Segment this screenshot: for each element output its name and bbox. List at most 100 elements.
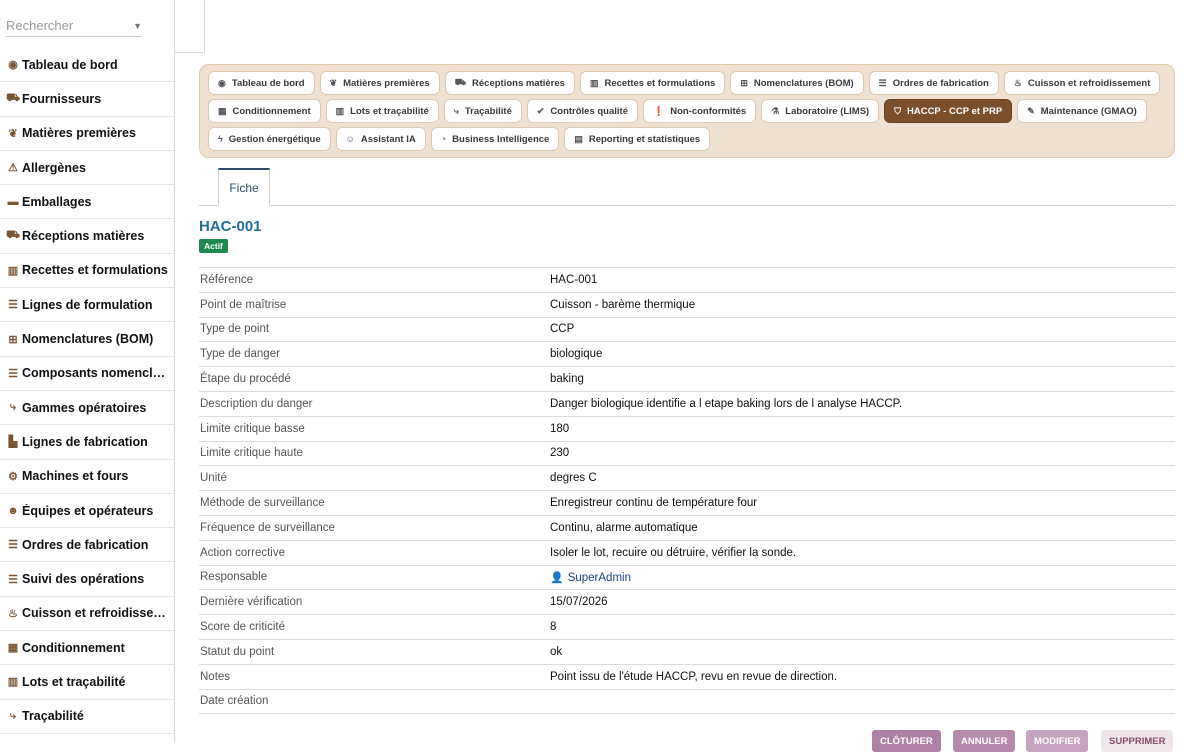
menu-button[interactable]: ⤷ Traçabilité	[443, 99, 522, 123]
sitemap-icon: ⊞	[8, 333, 18, 346]
menu-button[interactable]: ✎ Maintenance (GMAO)	[1017, 99, 1147, 123]
menu-button[interactable]: ✔ Contrôles qualité	[526, 99, 638, 123]
menu-button[interactable]: ▦ Conditionnement	[208, 99, 321, 123]
field-label: Limite critique haute	[200, 447, 303, 460]
sidebar-item[interactable]: ⛟ Réceptions matières	[0, 219, 174, 254]
menu-button[interactable]: ⚗ Laboratoire (LIMS)	[761, 99, 880, 123]
modifier-button[interactable]: MODIFIER	[1026, 730, 1089, 752]
sitemap-icon: ⊞	[740, 77, 748, 88]
menu-button[interactable]: ❗ Non-conformités	[643, 99, 757, 123]
sidebar-item-label: Fournisseurs	[22, 91, 102, 106]
menu-button[interactable]: ϟ Gestion énergétique	[208, 127, 331, 151]
field-label: Méthode de surveillance	[200, 497, 325, 510]
menu-button[interactable]: ▤ Reporting et statistiques	[564, 127, 711, 151]
detail-row: Notes Point issu de l'étude HACCP, revu e…	[199, 665, 1175, 690]
menu-button-label: Matières premières	[343, 77, 430, 89]
sidebar-item[interactable]: ☻ Équipes et opérateurs	[0, 494, 174, 529]
field-label: Responsable	[200, 571, 268, 584]
book-icon: ▥	[7, 264, 19, 277]
fire-icon: ♨	[1013, 77, 1022, 88]
menu-button[interactable]: ◔ Business Intelligence	[430, 127, 560, 151]
sidebar-item[interactable]: ⚙ Machines et fours	[0, 460, 174, 494]
flask-icon: ⚗	[771, 105, 780, 116]
menu-button[interactable]: ♨ Cuisson et refroidissement	[1003, 71, 1161, 95]
users-icon: ☻	[7, 504, 19, 517]
sidebar-item-label: Gammes opératoires	[22, 400, 147, 415]
sidebar-item-label: Matières premières	[22, 126, 136, 141]
sidebar-item[interactable]: ⤷ Gammes opératoires	[0, 391, 174, 426]
sidebar-nav: ◉ Tableau de bord ⛟ Fournisseurs ❦ Matières p…	[0, 48, 174, 734]
field-value: HAC-001	[550, 273, 598, 286]
detail-row: Score de criticité 8	[199, 615, 1175, 640]
truck-icon: ⛟	[6, 91, 20, 104]
sidebar-item[interactable]: ⤷ Traçabilité	[0, 700, 174, 734]
bolt-icon: ϟ	[218, 134, 223, 144]
list-icon: ☰	[8, 573, 18, 586]
sidebar-item[interactable]: ❦ Matières premières	[0, 117, 174, 151]
sidebar-item[interactable]: ⚠ Allergènes	[0, 151, 174, 186]
supprimer-button[interactable]: SUPPRIMER	[1101, 730, 1174, 752]
sidebar-item-label: Emballages	[22, 194, 92, 209]
tab-bar: Fiche	[199, 168, 1175, 206]
field-value: 👤 SuperAdmin	[550, 571, 631, 584]
detail-row: Date création	[199, 690, 1175, 715]
menu-button[interactable]: ◉ Tableau de bord	[208, 71, 315, 95]
field-value: 230	[550, 447, 570, 460]
detail-row: Fréquence de surveillance Continu, alarme…	[199, 516, 1175, 541]
search-select[interactable]: Rechercher ▼	[6, 18, 142, 37]
menu-button-label: Business Intelligence	[452, 133, 550, 145]
menu-button[interactable]: ⛉ HACCP - CCP et PRP	[884, 99, 1013, 123]
sidebar-item[interactable]: ▙ Lignes de fabrication	[0, 425, 174, 460]
robot-icon: ☺	[345, 134, 355, 144]
menu-button[interactable]: ▥ Lots et traçabilité	[325, 99, 439, 123]
menu-button-label: Gestion énergétique	[228, 133, 321, 145]
sidebar-item[interactable]: ▥ Recettes et formulations	[0, 254, 174, 289]
sidebar-item[interactable]: ▥ Lots et traçabilité	[0, 665, 174, 700]
menu-button[interactable]: ⛟ Réceptions matières	[444, 71, 575, 95]
menu-button-label: Cuisson et refroidissement	[1027, 77, 1151, 89]
menu-button[interactable]: ❦ Matières premières	[319, 71, 440, 95]
menu-button[interactable]: ⊞ Nomenclatures (BOM)	[730, 71, 864, 95]
detail-row: Référence HAC-001	[199, 268, 1175, 293]
field-value: Point issu de l'étude HACCP, revu en rev…	[550, 670, 838, 683]
dashboard-icon: ◉	[8, 59, 18, 72]
field-value: Danger biologique identifie a l etape ba…	[550, 397, 903, 410]
menu-button-label: Laboratoire (LIMS)	[785, 105, 870, 117]
sidebar-item[interactable]: ⛟ Fournisseurs	[0, 82, 174, 117]
seedling-icon: ❦	[8, 127, 18, 140]
cloturer-button[interactable]: CLÔTURER	[872, 730, 941, 752]
responsable-link[interactable]: SuperAdmin	[568, 572, 631, 584]
field-label: Référence	[200, 273, 254, 286]
field-label: Étape du procédé	[200, 373, 291, 386]
menu-button[interactable]: ☺ Assistant IA	[335, 127, 426, 151]
sidebar-item[interactable]: ☰ Suivi des opérations	[0, 562, 174, 597]
field-value: Isoler le lot, recuire ou détruire, véri…	[550, 546, 797, 559]
sidebar-item[interactable]: ☰ Ordres de fabrication	[0, 528, 174, 563]
menu-button[interactable]: ▥ Recettes et formulations	[579, 71, 726, 95]
sidebar-item[interactable]: ◉ Tableau de bord	[0, 48, 174, 83]
detail-row: Étape du procédé baking	[199, 367, 1175, 392]
barcode-icon: ▥	[335, 105, 345, 116]
sidebar-item-label: Recettes et formulations	[22, 263, 168, 278]
sidebar-item[interactable]: ⊞ Nomenclatures (BOM)	[0, 322, 174, 357]
sidebar-item[interactable]: ▦ Conditionnement	[0, 631, 174, 666]
tab-fiche[interactable]: Fiche	[218, 168, 270, 206]
menu-button-label: Réceptions matières	[472, 77, 565, 89]
sidebar-item[interactable]: ♨ Cuisson et refroidissement	[0, 597, 174, 632]
menu-button-label: Reporting et statistiques	[588, 133, 701, 145]
sidebar-item[interactable]: ▬ Emballages	[0, 185, 174, 220]
truck-loading-icon: ⛟	[454, 77, 467, 87]
exclamation-circle-icon: ❗	[653, 105, 665, 116]
sidebar-item[interactable]: ☰ Lignes de formulation	[0, 288, 174, 323]
menu-button-label: Tableau de bord	[231, 77, 305, 89]
annuler-button[interactable]: ANNULER	[953, 730, 1016, 752]
menu-button[interactable]: ☰ Ordres de fabrication	[868, 71, 999, 95]
sidebar-item[interactable]: ☰ Composants nomenclature	[0, 357, 174, 391]
sidebar-item-label: Ordres de fabrication	[22, 537, 149, 552]
list-icon: ☰	[8, 299, 18, 312]
detail-row: Type de point CCP	[199, 318, 1175, 343]
sidebar-item-label: Tableau de bord	[22, 57, 118, 72]
route-icon: ⤷	[9, 401, 17, 414]
field-label: Type de danger	[200, 348, 280, 361]
dashboard-icon: ◉	[218, 77, 226, 88]
